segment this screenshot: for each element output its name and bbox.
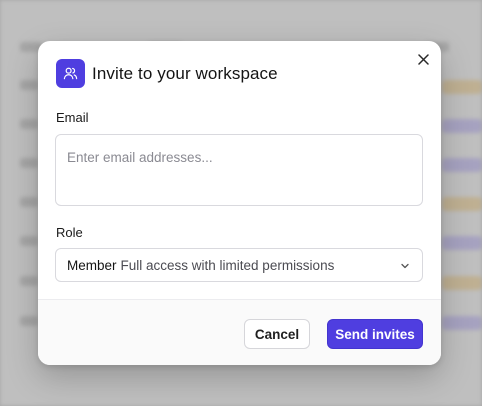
close-button[interactable] xyxy=(416,52,430,66)
cancel-button[interactable]: Cancel xyxy=(244,319,310,349)
close-icon xyxy=(417,53,429,65)
send-invites-button[interactable]: Send invites xyxy=(327,319,423,349)
header-icon-badge xyxy=(56,59,85,88)
email-field[interactable] xyxy=(55,134,423,206)
role-label: Role xyxy=(56,225,83,240)
dialog-header: Invite to your workspace xyxy=(56,59,278,88)
email-label: Email xyxy=(56,110,89,125)
role-select[interactable]: Member Full access with limited permissi… xyxy=(55,248,423,282)
users-icon xyxy=(63,67,78,80)
role-selected-description: Full access with limited permissions xyxy=(120,257,335,273)
role-selected-name: Member xyxy=(67,257,117,273)
chevron-down-icon xyxy=(401,263,409,269)
invite-dialog: Invite to your workspace Email Role Memb… xyxy=(38,41,441,365)
dialog-title: Invite to your workspace xyxy=(92,63,278,83)
dialog-footer: Cancel Send invites xyxy=(38,299,441,365)
